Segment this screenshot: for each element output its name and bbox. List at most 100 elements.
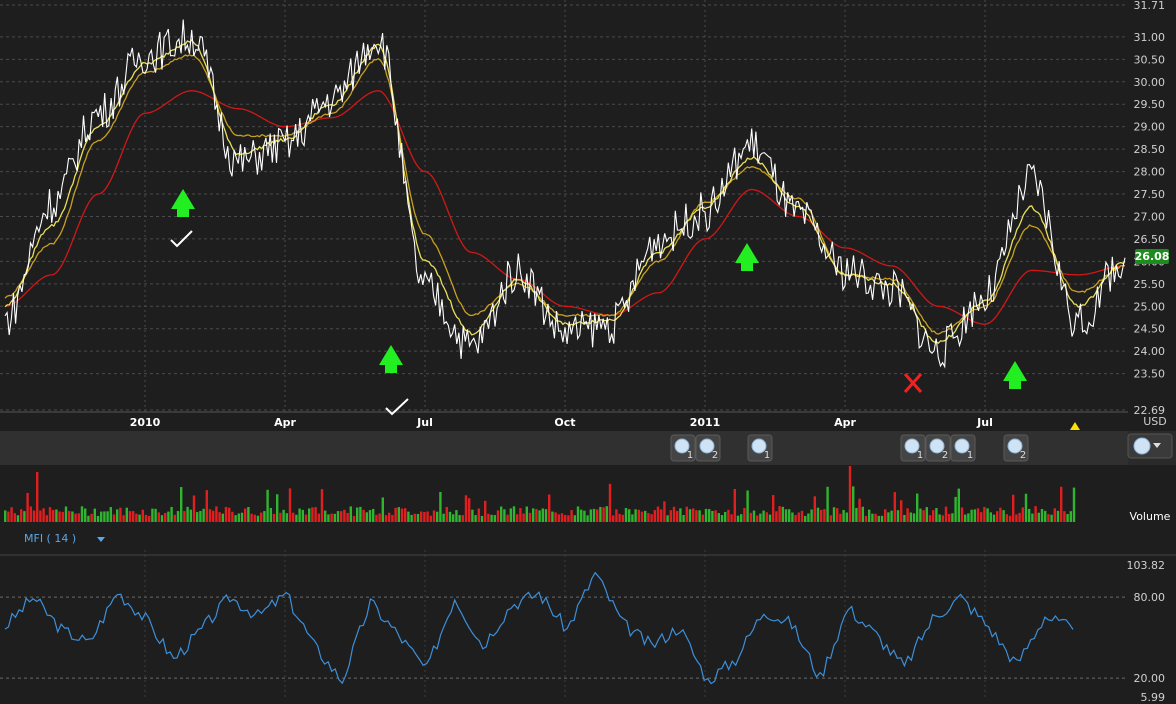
volume-bar	[231, 511, 234, 522]
volume-bar	[1028, 508, 1031, 522]
volume-bar	[1047, 514, 1050, 522]
volume-bar	[922, 510, 925, 522]
volume-bar	[999, 507, 1002, 522]
volume-bar	[1008, 515, 1012, 522]
volume-bar	[167, 511, 170, 522]
y-tick-label: 30.50	[1134, 53, 1166, 66]
volume-bar	[176, 511, 180, 522]
volume-bar	[340, 511, 343, 522]
volume-bar	[570, 510, 573, 522]
volume-bar	[557, 514, 560, 522]
globe-icon	[1133, 437, 1151, 455]
news-marker[interactable]: 1	[747, 434, 773, 462]
volume-bar	[1056, 510, 1060, 522]
y-tick-label: 23.50	[1134, 368, 1166, 381]
volume-bar	[84, 508, 87, 522]
volume-bar	[180, 487, 183, 522]
volume-bar	[512, 506, 516, 522]
news-marker[interactable]: 1	[950, 434, 976, 462]
news-marker[interactable]: 2	[695, 434, 721, 462]
price-panel	[0, 0, 1176, 430]
volume-bar	[1005, 514, 1008, 522]
volume-bar	[567, 515, 570, 522]
volume-bar	[660, 509, 663, 522]
news-marker[interactable]: 1	[670, 434, 696, 462]
volume-bar	[260, 512, 263, 522]
volume-bar	[455, 510, 458, 522]
volume-bar	[42, 508, 45, 522]
volume-bar	[762, 510, 765, 522]
volume-bar	[464, 495, 468, 522]
volume-bar	[1002, 510, 1005, 522]
volume-bar	[125, 507, 128, 522]
volume-bar	[672, 506, 676, 522]
volume-bar	[352, 515, 356, 522]
volume-bar	[36, 472, 39, 522]
volume-bar	[87, 515, 90, 522]
volume-bar	[135, 513, 138, 522]
volume-bar	[727, 509, 730, 522]
volume-bar	[77, 513, 80, 522]
volume-bar	[560, 513, 564, 522]
y-tick-label: 27.00	[1134, 210, 1166, 223]
volume-bar	[388, 512, 391, 522]
volume-bar	[4, 510, 7, 522]
volume-bar	[848, 466, 852, 522]
news-marker-count: 1	[917, 450, 923, 461]
volume-bar	[628, 509, 631, 522]
volume-bar	[752, 510, 756, 522]
volume-bar	[948, 513, 951, 522]
news-marker[interactable]: 2	[925, 434, 951, 462]
news-marker[interactable]: 2	[1003, 434, 1029, 462]
stock-chart: 31.71 31.00 30.50 30.00 29.50 29.00 28.50 28.00…	[0, 0, 1176, 704]
volume-bar	[234, 515, 237, 522]
volume-bar	[199, 510, 202, 522]
volume-bar	[743, 508, 746, 522]
volume-bar	[484, 500, 487, 522]
volume-bar	[810, 509, 813, 522]
volume-bar	[800, 510, 804, 522]
globe-menu-button[interactable]	[1127, 433, 1173, 459]
volume-bar	[100, 511, 103, 522]
volume-bar	[452, 514, 455, 522]
volume-bar	[32, 510, 36, 522]
volume-bar	[756, 515, 759, 522]
volume-bar	[676, 510, 679, 522]
volume-bar	[573, 515, 576, 522]
volume-bar	[474, 515, 477, 522]
volume-bar	[327, 514, 330, 522]
volume-bar	[432, 510, 436, 522]
volume-bar	[858, 498, 861, 522]
volume-bar	[68, 511, 71, 522]
volume-bar	[138, 514, 141, 522]
volume-bar	[1060, 486, 1063, 522]
news-marker[interactable]: 1	[900, 434, 926, 462]
volume-bar	[608, 483, 612, 522]
volume-bar	[317, 513, 320, 522]
volume-bar	[192, 495, 196, 522]
volume-bar	[532, 508, 535, 522]
volume-bar	[336, 511, 340, 522]
volume-bar	[144, 514, 148, 522]
volume-bar	[538, 510, 541, 522]
volume-bar	[106, 511, 109, 522]
y-tick-label: 29.00	[1134, 121, 1166, 134]
volume-bar	[39, 510, 42, 522]
y-tick-label: 24.50	[1134, 323, 1166, 336]
volume-bar	[212, 510, 215, 522]
volume-bar	[656, 506, 660, 522]
volume-bar	[80, 506, 84, 522]
x-tick-label: Apr	[834, 416, 856, 429]
mfi-tick-label: 5.99	[1141, 691, 1166, 704]
volume-bar	[692, 508, 695, 522]
volume-bar	[919, 508, 922, 522]
volume-bar	[420, 511, 423, 522]
volume-bar	[1012, 494, 1015, 522]
volume-bar	[704, 508, 708, 522]
volume-bar	[189, 509, 192, 522]
volume-bar	[64, 506, 68, 522]
volume-bar	[442, 513, 445, 522]
volume-bar	[976, 508, 980, 522]
volume-bar	[429, 515, 432, 522]
volume-bar	[116, 509, 119, 522]
